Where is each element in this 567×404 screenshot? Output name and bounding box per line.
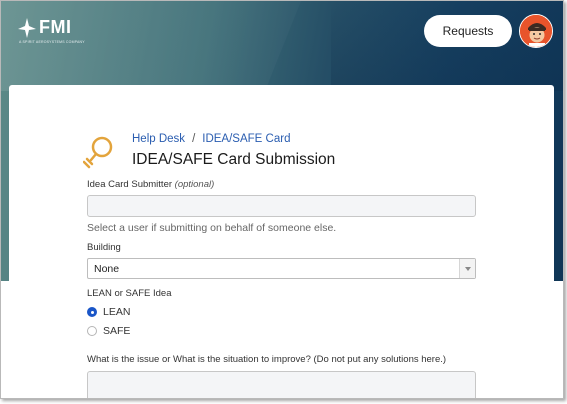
breadcrumb-help-desk[interactable]: Help Desk — [132, 133, 185, 145]
submitter-input[interactable] — [87, 195, 476, 217]
issue-textarea[interactable] — [87, 371, 476, 398]
submitter-label: Idea Card Submitter (optional) — [87, 179, 214, 190]
radio-safe[interactable] — [87, 326, 97, 336]
page-title: IDEA/SAFE Card Submission — [132, 151, 336, 168]
submitter-help-text: Select a user if submitting on behalf of… — [87, 222, 337, 234]
radio-lean[interactable] — [87, 307, 97, 317]
idea-type-label: LEAN or SAFE Idea — [87, 288, 172, 299]
logo-mark-icon — [18, 18, 36, 38]
building-selected-value: None — [94, 263, 120, 275]
app-window: FMI A SPIRIT AEROSYSTEMS COMPANY Request… — [0, 0, 564, 399]
radio-option-lean[interactable]: LEAN — [87, 305, 130, 319]
breadcrumb-idea-safe-card[interactable]: IDEA/SAFE Card — [202, 133, 290, 145]
radio-lean-label: LEAN — [103, 306, 131, 318]
logo-text: FMI — [39, 17, 72, 37]
radio-option-safe[interactable]: SAFE — [87, 324, 130, 338]
breadcrumb: Help Desk / IDEA/SAFE Card — [132, 133, 290, 145]
submitter-label-text: Idea Card Submitter — [87, 179, 173, 190]
chevron-down-icon[interactable] — [459, 259, 475, 278]
logo-subtext: A SPIRIT AEROSYSTEMS COMPANY — [19, 40, 85, 44]
optional-tag: (optional) — [174, 179, 215, 190]
company-logo[interactable]: FMI A SPIRIT AEROSYSTEMS COMPANY — [17, 15, 87, 49]
breadcrumb-separator: / — [192, 133, 196, 145]
radio-safe-label: SAFE — [103, 325, 131, 337]
requests-button[interactable]: Requests — [424, 15, 512, 47]
issue-label: What is the issue or What is the situati… — [87, 354, 447, 365]
building-label: Building — [87, 242, 121, 253]
lightbulb-icon — [83, 136, 113, 169]
user-avatar[interactable] — [519, 14, 553, 48]
building-select[interactable]: None — [87, 258, 476, 279]
